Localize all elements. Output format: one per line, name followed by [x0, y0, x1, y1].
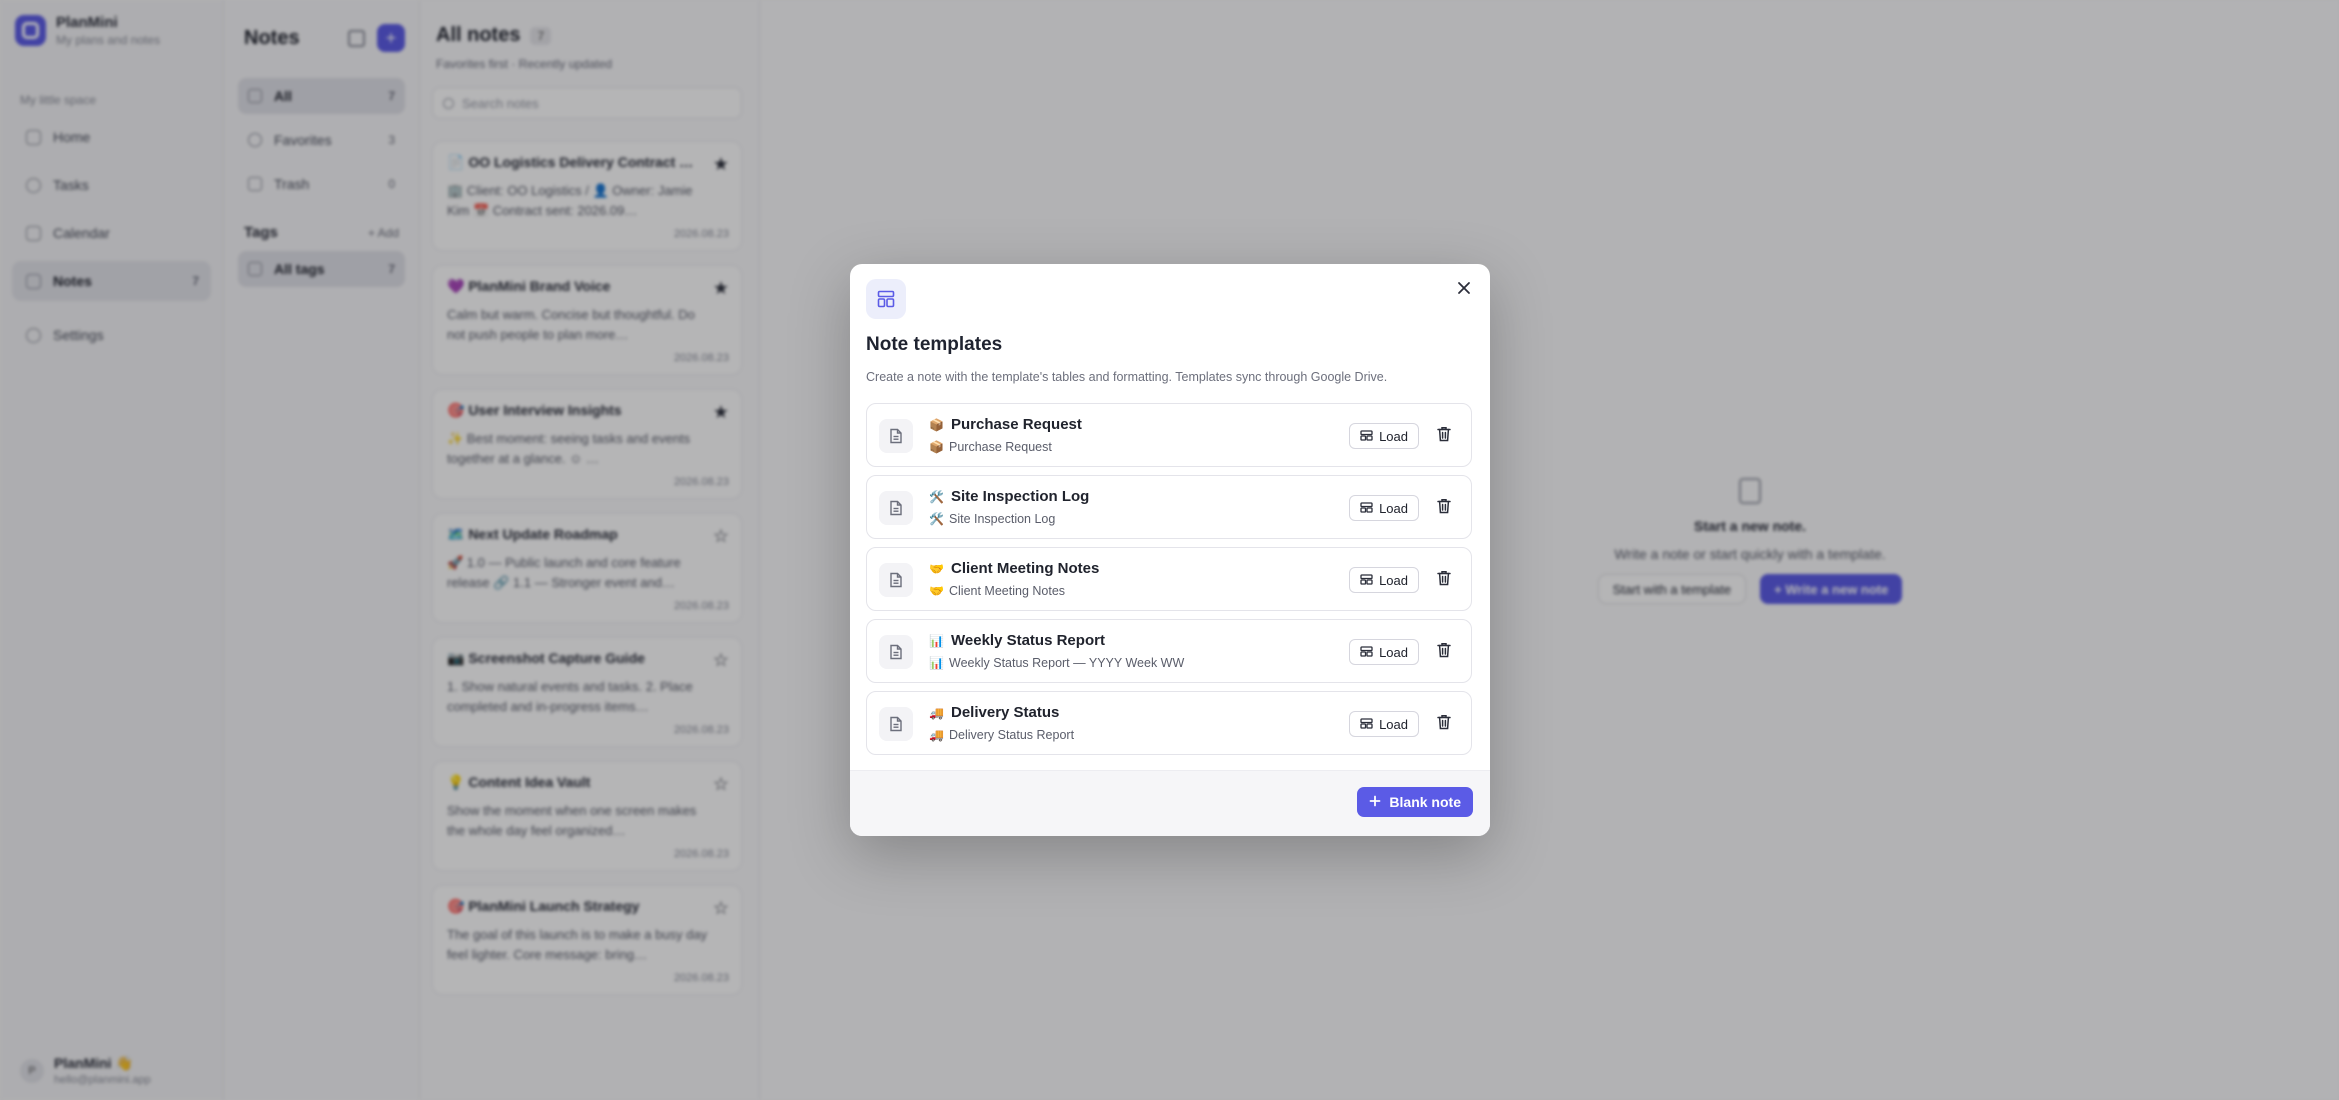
- load-label: Load: [1379, 428, 1408, 444]
- delete-template-button[interactable]: [1431, 711, 1457, 737]
- load-label: Load: [1379, 644, 1408, 660]
- template-layout-icon: [1360, 501, 1373, 516]
- trash-icon: [1437, 714, 1451, 735]
- template-emoji: 🚚: [929, 705, 944, 720]
- template-row[interactable]: 📦 Purchase Request 📦 Purchase Request Load: [866, 403, 1472, 467]
- template-emoji: 📊: [929, 633, 944, 648]
- template-row[interactable]: 🚚 Delivery Status 🚚 Delivery Status Report L…: [866, 691, 1472, 755]
- template-emoji: 🤝: [929, 584, 944, 598]
- template-subtitle: 🤝 Client Meeting Notes: [929, 584, 1065, 598]
- blank-note-button[interactable]: Blank note: [1357, 787, 1473, 817]
- trash-icon: [1437, 426, 1451, 447]
- template-subtitle-label: Delivery Status Report: [949, 728, 1075, 742]
- template-row[interactable]: 🛠️ Site Inspection Log 🛠️ Site Inspection L…: [866, 475, 1472, 539]
- template-subtitle: 📊 Weekly Status Report — YYYY Week WW: [929, 656, 1184, 670]
- delete-template-button[interactable]: [1431, 423, 1457, 449]
- template-name-label: Delivery Status: [951, 704, 1060, 721]
- document-icon: [879, 635, 913, 669]
- template-name-label: Site Inspection Log: [951, 488, 1090, 505]
- load-label: Load: [1379, 500, 1408, 516]
- template-subtitle-label: Weekly Status Report — YYYY Week WW: [949, 656, 1185, 670]
- template-emoji: 🛠️: [929, 512, 944, 526]
- trash-icon: [1437, 570, 1451, 591]
- trash-icon: [1437, 498, 1451, 519]
- template-row[interactable]: 🤝 Client Meeting Notes 🤝 Client Meeting Not…: [866, 547, 1472, 611]
- template-name-label: Client Meeting Notes: [951, 560, 1100, 577]
- template-subtitle-label: Site Inspection Log: [949, 512, 1056, 526]
- document-icon: [879, 707, 913, 741]
- template-layout-icon: [1360, 645, 1373, 660]
- dialog-footer: Blank note: [850, 770, 1490, 836]
- template-subtitle: 📦 Purchase Request: [929, 440, 1052, 454]
- template-name-label: Purchase Request: [951, 416, 1082, 433]
- template-emoji: 📊: [929, 656, 944, 670]
- dialog-description: Create a note with the template's tables…: [866, 370, 1388, 384]
- template-name: 🚚 Delivery Status: [929, 704, 1059, 721]
- load-template-button[interactable]: Load: [1349, 639, 1419, 665]
- template-subtitle-label: Purchase Request: [949, 440, 1052, 454]
- load-template-button[interactable]: Load: [1349, 423, 1419, 449]
- template-name: 🛠️ Site Inspection Log: [929, 488, 1089, 505]
- load-label: Load: [1379, 716, 1408, 732]
- document-icon: [879, 563, 913, 597]
- delete-template-button[interactable]: [1431, 639, 1457, 665]
- dialog-title: Note templates: [866, 334, 1003, 355]
- template-subtitle-label: Client Meeting Notes: [949, 584, 1066, 598]
- delete-template-button[interactable]: [1431, 495, 1457, 521]
- template-layout-icon: [1360, 573, 1373, 588]
- close-icon[interactable]: [1452, 276, 1476, 300]
- document-icon: [879, 419, 913, 453]
- template-name: 📊 Weekly Status Report: [929, 632, 1105, 649]
- load-label: Load: [1379, 572, 1408, 588]
- template-emoji: 📦: [929, 417, 944, 432]
- template-layout-icon: [866, 279, 906, 319]
- template-name: 📦 Purchase Request: [929, 416, 1082, 433]
- template-name: 🤝 Client Meeting Notes: [929, 560, 1099, 577]
- template-layout-icon: [1360, 429, 1373, 444]
- template-row[interactable]: 📊 Weekly Status Report 📊 Weekly Status Repo…: [866, 619, 1472, 683]
- template-emoji: 🚚: [929, 728, 944, 742]
- document-icon: [879, 491, 913, 525]
- trash-icon: [1437, 642, 1451, 663]
- delete-template-button[interactable]: [1431, 567, 1457, 593]
- template-subtitle: 🛠️ Site Inspection Log: [929, 512, 1055, 526]
- load-template-button[interactable]: Load: [1349, 711, 1419, 737]
- blank-note-label: Blank note: [1389, 794, 1461, 810]
- load-template-button[interactable]: Load: [1349, 567, 1419, 593]
- plus-icon: [1369, 794, 1381, 810]
- template-layout-icon: [1360, 717, 1373, 732]
- template-name-label: Weekly Status Report: [951, 632, 1105, 649]
- template-emoji: 📦: [929, 440, 944, 454]
- template-subtitle: 🚚 Delivery Status Report: [929, 728, 1074, 742]
- note-templates-dialog: Note templates Create a note with the te…: [850, 264, 1490, 836]
- load-template-button[interactable]: Load: [1349, 495, 1419, 521]
- template-emoji: 🛠️: [929, 489, 944, 504]
- template-emoji: 🤝: [929, 561, 944, 576]
- template-list: 📦 Purchase Request 📦 Purchase Request Load 🛠️…: [866, 403, 1472, 763]
